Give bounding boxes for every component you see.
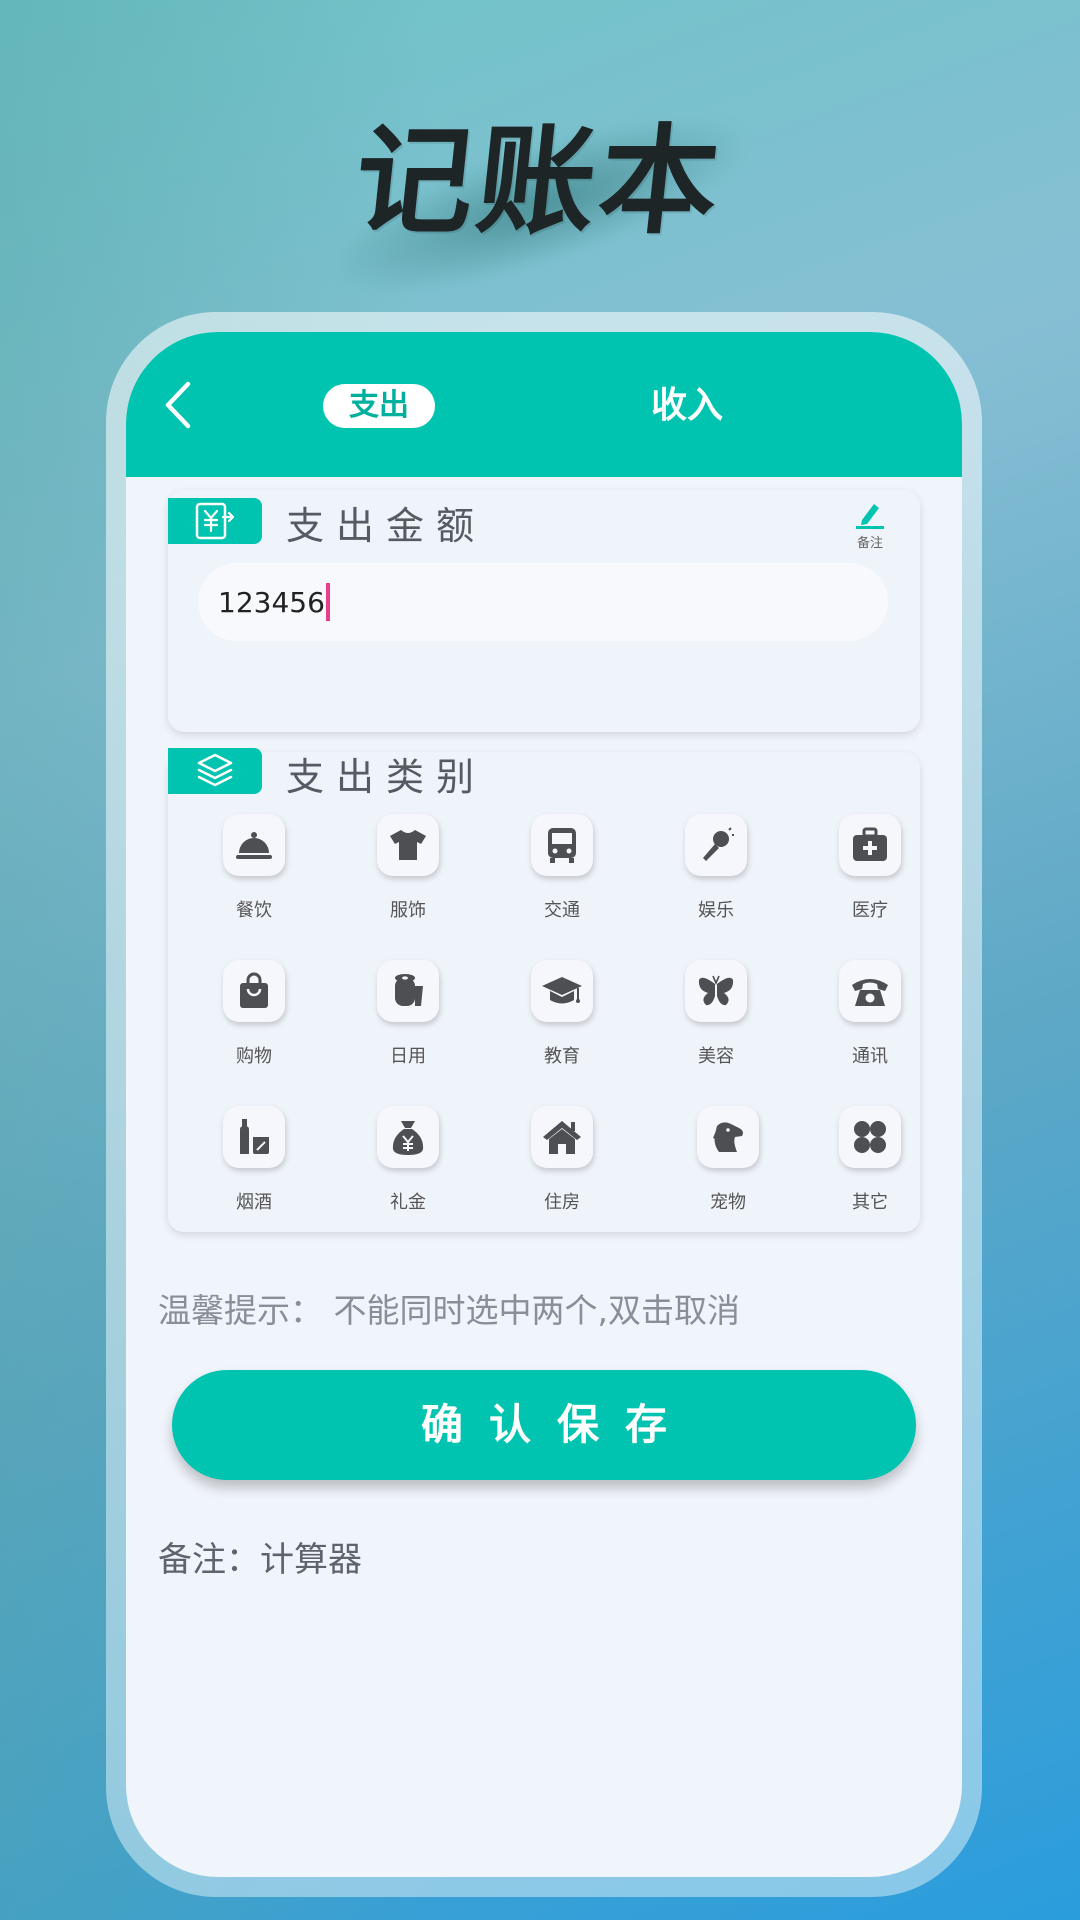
microphone-icon (685, 814, 747, 876)
note-button[interactable]: 备注 (850, 500, 890, 560)
app-title-area: 记账本 (0, 80, 1080, 323)
telephone-icon (839, 960, 901, 1022)
category-item-transport[interactable]: 交通 (502, 814, 622, 944)
category-label: 其它 (852, 1192, 888, 1213)
category-item-beauty[interactable]: 美容 (656, 960, 776, 1090)
toilet-paper-icon (377, 960, 439, 1022)
amount-card: 支出金额 备注 123456 (168, 490, 920, 732)
amount-section-title: 支出金额 (286, 504, 487, 548)
category-card: 支出类别 餐饮 服饰 交通 娱乐 医疗 购物 日用 教育 美容 通讯 烟酒 礼金… (168, 748, 920, 1232)
pencil-icon (856, 504, 884, 529)
amount-input-value: 123456 (218, 585, 325, 619)
category-item-entertainment[interactable]: 娱乐 (656, 814, 776, 944)
note-label: 备注 (856, 536, 883, 551)
category-label: 交通 (544, 900, 580, 921)
category-section-title: 支出类别 (286, 755, 487, 799)
category-label: 娱乐 (698, 900, 734, 921)
category-label: 教育 (544, 1046, 580, 1067)
house-icon (531, 1106, 593, 1168)
category-label: 美容 (698, 1046, 734, 1067)
bus-icon (531, 814, 593, 876)
back-button[interactable] (154, 380, 204, 430)
layers-icon (197, 753, 233, 787)
category-label: 烟酒 (236, 1192, 272, 1213)
food-cloche-icon (223, 814, 285, 876)
category-badge (168, 748, 262, 794)
money-bag-icon (377, 1106, 439, 1168)
category-item-other[interactable]: 其它 (810, 1106, 930, 1236)
category-label: 医疗 (852, 900, 888, 921)
category-item-medical[interactable]: 医疗 (810, 814, 930, 944)
phone-screen: 支出 收入 支出金额 备注 123456 支出类别 餐饮 服饰 交通 娱乐 医疗… (126, 332, 962, 1877)
category-item-gift-money[interactable]: 礼金 (348, 1106, 468, 1236)
tip-text: 温馨提示： 不能同时选中两个,双击取消 (158, 1291, 740, 1330)
shopping-bag-icon (223, 960, 285, 1022)
category-label: 礼金 (390, 1192, 426, 1213)
text-caret (325, 583, 330, 621)
medical-kit-icon (839, 814, 901, 876)
category-item-daily[interactable]: 日用 (348, 960, 468, 1090)
category-label: 宠物 (710, 1192, 746, 1213)
amount-badge (168, 498, 262, 544)
tab-expense[interactable]: 支出 (323, 384, 435, 428)
butterfly-icon (685, 960, 747, 1022)
bottle-cigarette-icon (223, 1106, 285, 1168)
amount-input[interactable]: 123456 (198, 563, 888, 641)
category-item-tobacco-alcohol[interactable]: 烟酒 (194, 1106, 314, 1236)
category-label: 通讯 (852, 1046, 888, 1067)
tab-income[interactable]: 收入 (632, 378, 742, 434)
category-label: 餐饮 (236, 900, 272, 921)
category-label: 住房 (544, 1192, 580, 1213)
category-item-communication[interactable]: 通讯 (810, 960, 930, 1090)
category-label: 日用 (390, 1046, 426, 1067)
category-item-pet[interactable]: 宠物 (668, 1106, 788, 1236)
category-item-shopping[interactable]: 购物 (194, 960, 314, 1090)
yuan-transfer-icon (195, 502, 235, 540)
dog-icon (697, 1106, 759, 1168)
tshirt-icon (377, 814, 439, 876)
category-label: 服饰 (390, 900, 426, 921)
app-title: 记账本 (348, 111, 730, 250)
save-button[interactable]: 确认保存 (172, 1370, 916, 1480)
chevron-left-icon (165, 381, 191, 429)
category-item-housing[interactable]: 住房 (502, 1106, 622, 1236)
category-label: 购物 (236, 1046, 272, 1067)
category-item-food[interactable]: 餐饮 (194, 814, 314, 944)
category-item-clothing[interactable]: 服饰 (348, 814, 468, 944)
header-bar: 支出 收入 (126, 332, 962, 477)
remark-text: 备注：计算器 (158, 1540, 362, 1580)
category-item-education[interactable]: 教育 (502, 960, 622, 1090)
graduation-cap-icon (531, 960, 593, 1022)
grid-clover-icon (839, 1106, 901, 1168)
